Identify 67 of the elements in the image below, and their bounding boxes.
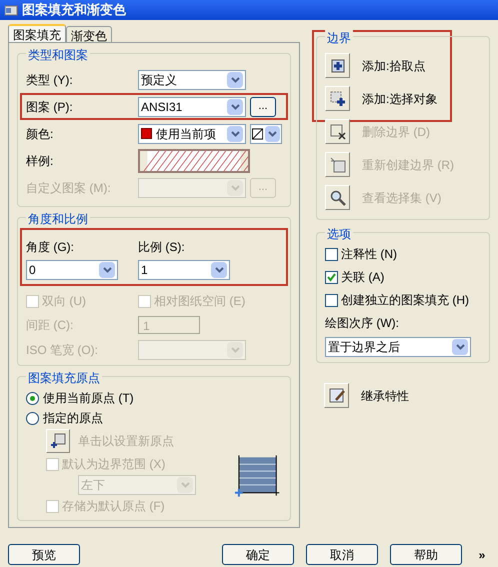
field-label: 角度 (G): <box>26 239 75 256</box>
browse-button[interactable]: ... <box>250 96 276 116</box>
group-title: 图案填充原点 <box>26 369 102 387</box>
pattern-dropdown[interactable]: ANSI31 <box>138 96 246 116</box>
field-label: 比例 (S): <box>138 239 186 256</box>
draw-order-dropdown[interactable]: 置于边界之后 <box>325 337 471 357</box>
tool-button[interactable] <box>324 383 349 408</box>
field-label: 样例: <box>26 152 54 170</box>
button-label: 查看选择集 (V) <box>362 190 442 206</box>
field-label: 类型 (Y): <box>26 72 74 88</box>
dialog-button[interactable]: 预览 <box>8 544 80 565</box>
window-title: 图案填充和渐变色 <box>22 1 126 20</box>
checkbox-label: 存储为默认原点 (F) <box>62 498 165 515</box>
group-title: 类型和图案 <box>26 46 90 64</box>
scale-dropdown[interactable]: 1 <box>138 260 230 280</box>
angle-dropdown[interactable]: 0 <box>26 260 118 280</box>
app-icon <box>4 4 18 16</box>
view-icon <box>328 188 346 206</box>
field-label: 绘图次序 (W): <box>325 315 400 332</box>
radio-button[interactable] <box>26 412 39 424</box>
tab[interactable]: 图案填充 <box>8 24 66 42</box>
radio-label: 指定的原点 <box>43 410 103 427</box>
checkbox-label: 注释性 (N) <box>341 246 397 263</box>
radio-button[interactable] <box>26 392 39 404</box>
recreate-icon <box>328 156 346 174</box>
group-title: 选项 <box>325 225 353 243</box>
field-label: 图案 (P): <box>26 98 74 116</box>
dialog-button[interactable]: 取消 <box>306 544 378 565</box>
more-button[interactable]: » <box>474 544 490 565</box>
dialog-button[interactable]: 确定 <box>222 544 294 565</box>
button-label: 删除边界 (D) <box>362 124 430 140</box>
checkbox-label: 默认为边界范围 (X) <box>62 456 166 473</box>
checkbox[interactable] <box>325 294 338 306</box>
checkbox[interactable] <box>325 248 338 260</box>
radio-label: 使用当前原点 (T) <box>43 390 134 407</box>
color-dropdown[interactable]: 使用当前项 <box>138 124 246 144</box>
brick-preview-drawing <box>232 453 282 499</box>
select-icon <box>328 90 346 108</box>
tool-button[interactable] <box>325 53 350 78</box>
type-dropdown[interactable]: 预定义 <box>138 70 246 90</box>
inherit-icon <box>328 386 346 404</box>
checkbox-label: 创建独立的图案填充 (H) <box>341 292 469 309</box>
field-label: ISO 笔宽 (O): <box>26 342 99 359</box>
crosshair-icon <box>50 433 66 449</box>
pick-icon <box>328 56 346 74</box>
dropdown-arrow-icon <box>265 126 280 142</box>
field-label: 颜色: <box>26 126 54 142</box>
checkbox[interactable] <box>325 270 338 284</box>
checkbox-label: 双向 (U) <box>42 293 86 310</box>
tool-button[interactable] <box>325 86 350 111</box>
field-label: 自定义图案 (M): <box>26 180 112 196</box>
color-swatch-icon <box>141 128 152 139</box>
checkbox-label: 相对图纸空间 (E) <box>154 293 246 310</box>
field-label: 间距 (C): <box>26 317 74 334</box>
button-label: 添加:选择对象 <box>362 90 438 108</box>
button-label: 单击以设置新原点 <box>78 433 174 450</box>
background-color-dropdown[interactable] <box>250 124 282 144</box>
button-label: 继承特性 <box>361 388 409 404</box>
set-origin-button[interactable] <box>46 429 70 453</box>
dialog-button[interactable]: 帮助 <box>390 544 462 565</box>
button-label: 添加:拾取点 <box>362 58 426 74</box>
button-label: 重新创建边界 (R) <box>362 156 454 174</box>
remove-icon <box>328 122 346 140</box>
checkbox-label: 关联 (A) <box>341 269 384 286</box>
tab[interactable]: 渐变色 <box>66 26 112 42</box>
group-title: 角度和比例 <box>26 210 90 228</box>
slash-swatch-icon <box>252 128 264 140</box>
